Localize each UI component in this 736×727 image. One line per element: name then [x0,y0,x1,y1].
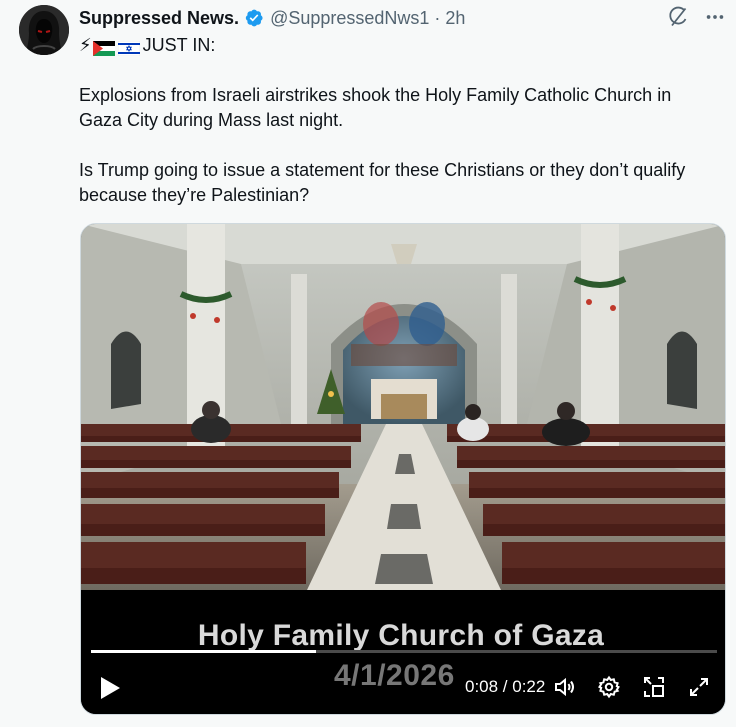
israel-flag-icon [117,38,140,57]
author-name[interactable]: Suppressed News. [79,8,239,29]
video-caption-title: Holy Family Church of Gaza [197,619,605,652]
video-caption-date: 4/1/2026 [334,659,455,692]
separator-dot: · [434,7,441,28]
tweet-paragraph-2: Explosions from Israeli airstrikes shook… [79,85,672,130]
video-time-readout: 0:08 / 0:22 [465,677,546,696]
just-in-text: JUST IN: [142,35,216,55]
avatar[interactable] [19,5,69,55]
grok-icon[interactable] [666,5,690,29]
tweet-line-just-in: ⚡ JUST IN: [79,33,719,58]
video-progress-bar[interactable] [91,650,717,653]
post-time[interactable]: 2h [445,8,465,29]
author-handle[interactable]: @SuppressedNws1 [270,8,429,29]
volume-icon[interactable] [553,675,577,699]
more-icon[interactable] [704,6,726,28]
church-interior-video-frame [81,224,725,590]
palestine-flag-icon [92,38,115,56]
picture-in-picture-icon[interactable] [642,675,666,699]
top-right-actions [666,5,726,29]
verified-badge-icon[interactable] [244,8,264,28]
tweet-text: ⚡ JUST IN: Explosions from Israeli airst… [79,33,719,208]
lightning-bolt-icon: ⚡ [79,35,92,55]
tweet-paragraph-3: Is Trump going to issue a statement for … [79,160,686,205]
video-progress-fill [91,650,317,653]
video-player[interactable]: Holy Family Church of Gaza 4/1/2026 0:08… [80,223,726,715]
play-icon[interactable] [97,674,123,702]
settings-gear-icon[interactable] [597,675,621,699]
avatar-hooded-figure-image [19,5,69,55]
fullscreen-icon[interactable] [687,675,711,699]
tweet-header: Suppressed News. @SuppressedNws1 · 2h [79,6,465,30]
